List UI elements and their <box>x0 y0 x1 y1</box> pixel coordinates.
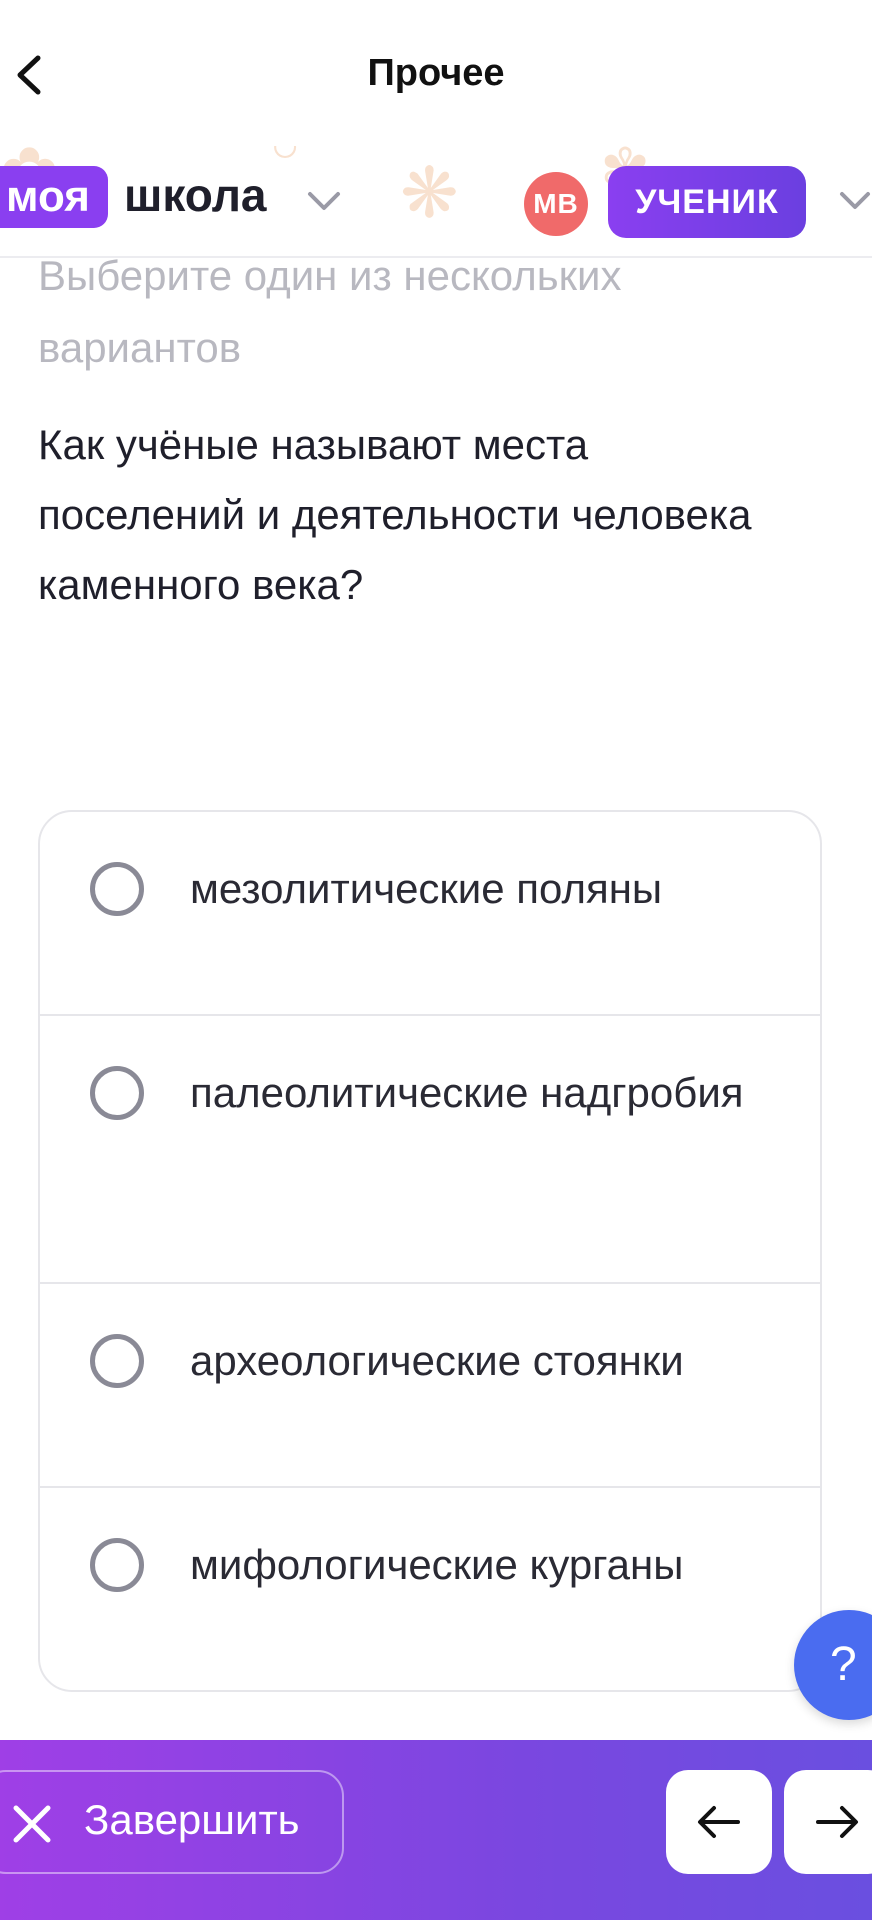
answer-option-label: мифологические курганы <box>190 1541 684 1588</box>
next-button[interactable] <box>784 1770 872 1874</box>
chevron-down-icon[interactable] <box>838 190 872 212</box>
arrow-left-icon <box>698 1806 740 1838</box>
finish-button[interactable]: Завершить <box>0 1770 344 1874</box>
finish-button-label: Завершить <box>84 1796 300 1843</box>
chevron-down-icon[interactable] <box>306 190 342 212</box>
previous-button[interactable] <box>666 1770 772 1874</box>
close-icon <box>13 1805 51 1843</box>
instruction-text: Выберите один из нескольких вариантов <box>38 256 622 371</box>
bottom-action-bar: Завершить <box>0 1740 872 1920</box>
radio-button[interactable] <box>90 1066 144 1120</box>
answer-option[interactable]: палеолитические надгробия <box>40 1016 820 1284</box>
radio-button[interactable] <box>90 1334 144 1388</box>
logo-moya: моя <box>0 166 108 228</box>
answer-option[interactable]: мезолитические поляны <box>40 812 820 1016</box>
answer-option-label: палеолитические надгробия <box>190 1069 744 1116</box>
radio-button[interactable] <box>90 862 144 916</box>
avatar[interactable]: МВ <box>524 172 588 236</box>
page-title: Прочее <box>367 52 505 94</box>
top-nav-bar: Прочее <box>0 0 872 150</box>
answer-options-card: мезолитические поляны палеолитические на… <box>38 810 822 1692</box>
answer-option[interactable]: мифологические курганы <box>40 1488 820 1690</box>
brand-header: ✿ ❋ ○ ✾ моя школа МВ УЧЕНИК <box>0 146 872 258</box>
logo-shkola: школа <box>124 169 267 221</box>
radio-button[interactable] <box>90 1538 144 1592</box>
answer-option[interactable]: археологические стоянки <box>40 1284 820 1488</box>
decor-circle-icon: ○ <box>270 146 300 174</box>
arrow-right-icon <box>816 1806 858 1838</box>
instruction-container: Выберите один из нескольких вариантов <box>0 256 872 376</box>
answer-option-label: археологические стоянки <box>190 1337 684 1384</box>
question-text: Как учёные называют места поселений и де… <box>38 421 752 608</box>
role-badge[interactable]: УЧЕНИК <box>608 166 806 238</box>
decor-maple-leaf-icon: ❋ <box>400 154 459 232</box>
answer-option-label: мезолитические поляны <box>190 865 663 912</box>
